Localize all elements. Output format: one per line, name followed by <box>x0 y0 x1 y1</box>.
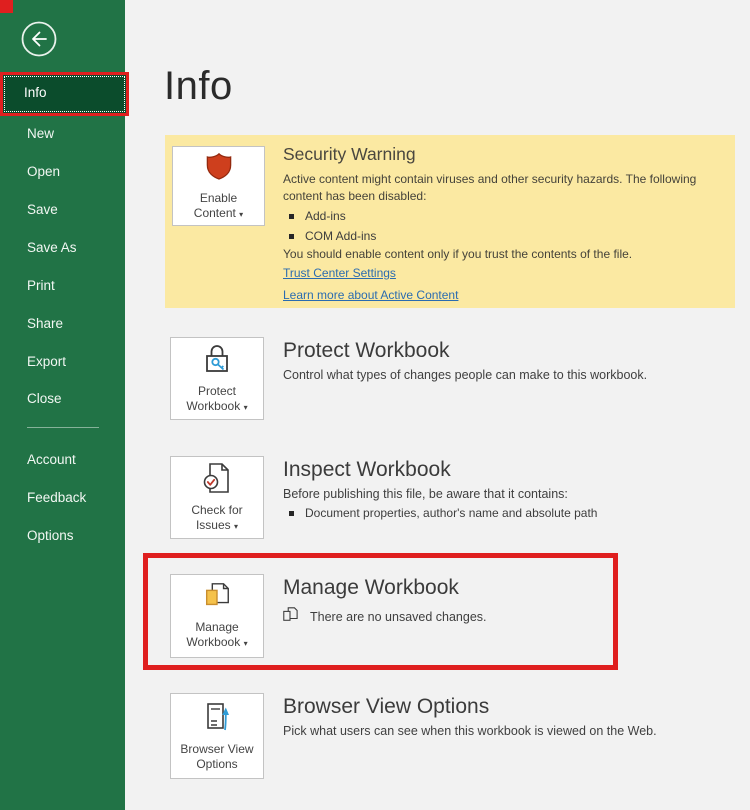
sidebar-item-info-highlighted[interactable]: Info <box>0 72 129 116</box>
security-warning-text-line1: Active content might contain viruses and… <box>283 172 697 186</box>
manage-workbook-button[interactable]: Manage Workbook ▾ <box>170 574 264 658</box>
enable-content-label-line1: Enable <box>199 190 238 205</box>
enable-content-button[interactable]: Enable Content ▾ <box>172 146 265 226</box>
protect-workbook-button[interactable]: Protect Workbook ▾ <box>170 337 264 420</box>
back-button[interactable] <box>19 19 59 59</box>
protect-workbook-heading: Protect Workbook <box>283 339 450 362</box>
manage-documents-icon <box>202 581 232 616</box>
excel-backstage-info-view: New Open Save Save As Print Share Export… <box>0 0 750 810</box>
disabled-item-com-addins: COM Add-ins <box>289 229 376 243</box>
manage-workbook-heading: Manage Workbook <box>283 576 459 599</box>
dropdown-caret-icon: ▾ <box>239 209 244 219</box>
browser-view-options-button[interactable]: Browser View Options <box>170 693 264 779</box>
inspect-workbook-bullet: Document properties, author's name and a… <box>289 506 597 520</box>
focus-outline <box>4 76 125 112</box>
protect-workbook-desc: Control what types of changes people can… <box>283 368 648 382</box>
browser-view-icon <box>202 701 232 738</box>
trust-center-settings-link[interactable]: Trust Center Settings <box>283 266 396 280</box>
sidebar-item-options[interactable]: Options <box>0 526 125 545</box>
page-title: Info <box>164 64 233 108</box>
sidebar-item-save[interactable]: Save <box>0 200 125 219</box>
dropdown-caret-icon: ▾ <box>234 521 239 531</box>
inspect-workbook-heading: Inspect Workbook <box>283 458 451 481</box>
sidebar-item-info-label: Info <box>24 85 47 100</box>
dropdown-caret-icon: ▾ <box>243 639 248 648</box>
sidebar-item-open[interactable]: Open <box>0 162 125 181</box>
security-warning-text-line2: content has been disabled: <box>283 189 427 203</box>
lock-key-icon <box>202 343 232 380</box>
backstage-sidebar: New Open Save Save As Print Share Export… <box>0 0 125 810</box>
back-arrow-icon <box>19 21 59 63</box>
sidebar-item-feedback[interactable]: Feedback <box>0 488 125 507</box>
document-versions-icon <box>282 606 298 628</box>
sidebar-divider <box>27 427 99 428</box>
bullet-icon <box>289 510 294 516</box>
inspect-workbook-desc: Before publishing this file, be aware th… <box>283 487 568 501</box>
dropdown-caret-icon: ▾ <box>243 402 248 412</box>
disabled-item-addins: Add-ins <box>289 209 346 223</box>
sidebar-item-close[interactable]: Close <box>0 389 125 408</box>
sidebar-item-account[interactable]: Account <box>0 450 125 469</box>
sidebar-item-save-as[interactable]: Save As <box>0 238 125 257</box>
security-warning-note: You should enable content only if you tr… <box>283 247 633 261</box>
bullet-icon <box>289 233 294 239</box>
check-for-issues-button[interactable]: Check for Issues ▾ <box>170 456 264 539</box>
inspect-document-icon <box>201 462 233 499</box>
browser-view-options-desc: Pick what users can see when this workbo… <box>283 724 657 738</box>
sidebar-item-share[interactable]: Share <box>0 314 125 333</box>
sidebar-item-print[interactable]: Print <box>0 276 125 295</box>
sidebar-item-export[interactable]: Export <box>0 352 125 371</box>
sidebar-item-new[interactable]: New <box>0 124 125 143</box>
bullet-icon <box>289 213 294 219</box>
unsaved-changes-status: There are no unsaved changes. <box>282 606 487 628</box>
browser-view-options-heading: Browser View Options <box>283 695 490 718</box>
unsaved-changes-text: There are no unsaved changes. <box>310 610 487 624</box>
learn-more-active-content-link[interactable]: Learn more about Active Content <box>283 288 458 302</box>
shield-icon <box>204 151 234 187</box>
enable-content-label-line2: Content ▾ <box>193 205 244 220</box>
security-warning-heading: Security Warning <box>283 144 416 164</box>
annotation-corner-marker <box>0 0 13 13</box>
